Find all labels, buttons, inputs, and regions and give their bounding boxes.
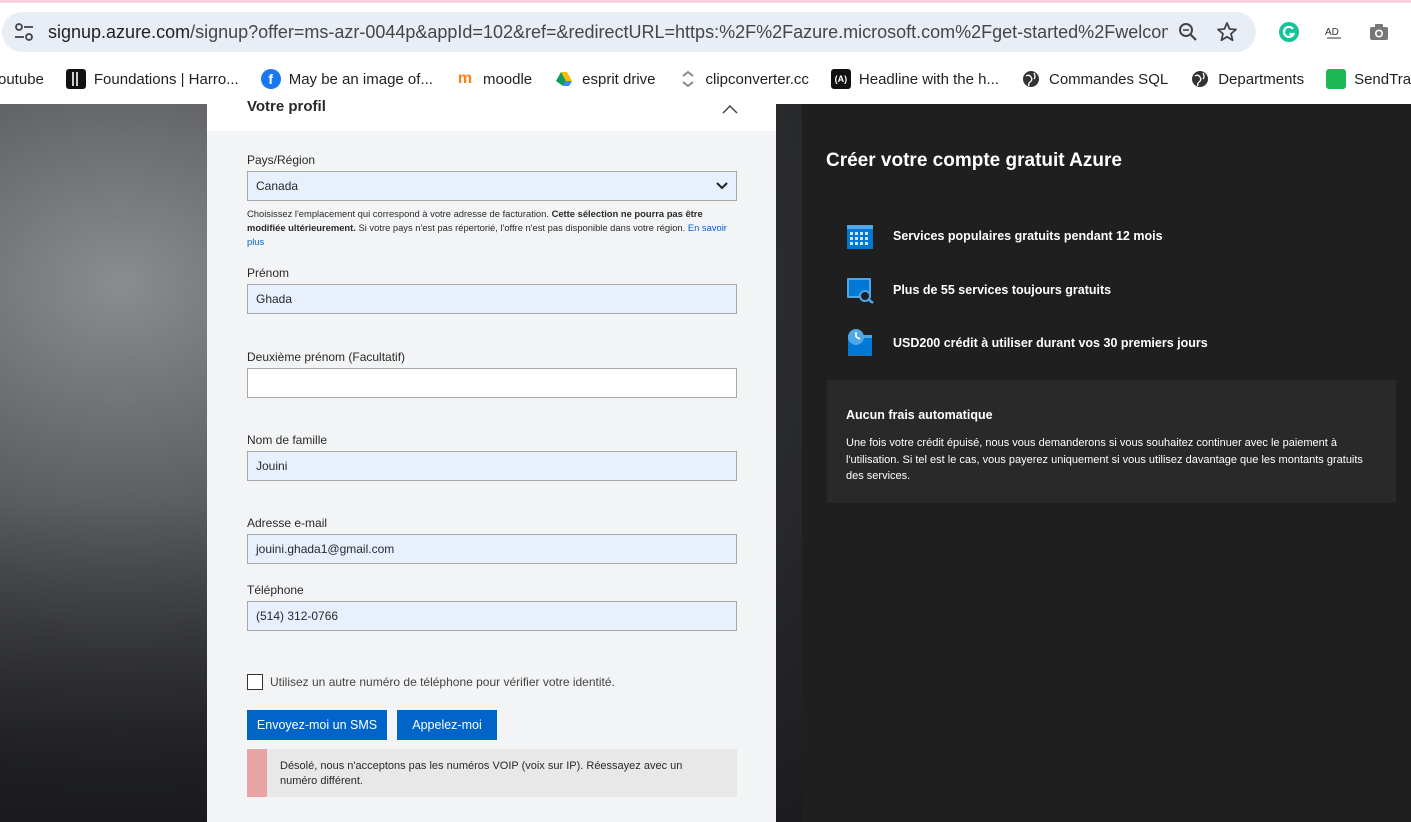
alt-phone-checkbox-label[interactable]: Utilisez un autre numéro de téléphone po… (270, 675, 615, 689)
bookmark-label: clipconverter.cc (705, 70, 809, 88)
bookmark-moodle[interactable]: m moodle (455, 69, 532, 89)
help-text: Choisissez l'emplacement qui correspond … (247, 208, 552, 219)
bookmark-label: Commandes SQL (1048, 70, 1169, 88)
feature-item: Services populaires gratuits pendant 12 … (846, 222, 1163, 250)
error-alert: Désolé, nous n'acceptons pas les numéros… (247, 749, 737, 797)
chevron-up-icon[interactable] (722, 104, 738, 114)
feature-text: USD200 crédit à utiliser durant vos 30 p… (893, 336, 1208, 350)
country-label: Pays/Région (247, 153, 316, 167)
feature-text: Services populaires gratuits pendant 12 … (893, 229, 1163, 243)
bookmark-clipconverter[interactable]: clipconverter.cc (678, 69, 809, 89)
bookmark-foundations[interactable]: Foundations | Harro... (65, 69, 239, 89)
phone-value: (514) 312-0766 (256, 609, 339, 623)
clock-icon (848, 329, 872, 356)
bookmark-label: May be an image of... (288, 70, 433, 88)
moodle-icon: m (457, 70, 473, 87)
country-select[interactable]: Canada (247, 171, 737, 201)
globe-icon (1190, 69, 1210, 89)
email-value: jouini.ghada1@gmail.com (256, 542, 395, 556)
info-box: Aucun frais automatique Une fois votre c… (827, 380, 1396, 503)
bookmark-facebook[interactable]: f May be an image of... (260, 69, 433, 89)
feature-item: USD200 crédit à utiliser durant vos 30 p… (846, 329, 1208, 357)
zoom-icon[interactable] (1177, 21, 1199, 43)
section-title: Votre profil (247, 98, 326, 115)
url-text[interactable]: signup.azure.com/signup?offer=ms-azr-004… (48, 22, 1168, 43)
site-info-icon[interactable] (14, 23, 34, 41)
email-label: Adresse e-mail (247, 516, 328, 530)
first-name-value: Ghada (256, 292, 293, 306)
feature-text: Plus de 55 services toujours gratuits (893, 283, 1112, 297)
bookmark-departments[interactable]: Departments (1190, 69, 1304, 89)
help-text: Si votre pays n'est pas répertorié, l'of… (355, 222, 688, 233)
translate-extension-icon[interactable]: AD (1323, 21, 1345, 43)
bookmark-commandes-sql[interactable]: Commandes SQL (1021, 69, 1168, 89)
sendtransfer-icon (1326, 69, 1347, 89)
last-name-value: Jouini (256, 459, 288, 473)
info-body: Une fois votre crédit épuisé, nous vous … (846, 437, 1363, 482)
background-shade (0, 500, 240, 822)
svg-text:AD: AD (1325, 27, 1339, 38)
error-message: Désolé, nous n'acceptons pas les numéros… (280, 760, 683, 787)
profile-form: Votre profil Pays/Région Canada Choisiss… (207, 98, 776, 822)
drive-icon (554, 69, 574, 89)
bookmark-sendtransfer[interactable]: SendTransfe (1326, 69, 1411, 89)
chevron-down-icon (716, 182, 728, 190)
phone-label: Téléphone (247, 583, 304, 597)
feature-item: Plus de 55 services toujours gratuits (846, 276, 1111, 304)
country-value: Canada (256, 179, 299, 193)
calendar-grid-icon (847, 225, 873, 249)
bookmark-label: SendTransfe (1354, 70, 1411, 88)
grammarly-icon[interactable] (1278, 21, 1300, 43)
browser-chrome: signup.azure.com/signup?offer=ms-azr-004… (0, 0, 1411, 104)
bookmark-label: outube (0, 70, 44, 88)
first-name-field[interactable]: Ghada (247, 284, 737, 314)
bookmark-label: Departments (1218, 70, 1305, 88)
harrow-icon (65, 69, 86, 89)
email-field[interactable]: jouini.ghada1@gmail.com (247, 534, 737, 564)
send-sms-button[interactable]: Envoyez-moi un SMS (247, 710, 387, 740)
globe-icon (1021, 69, 1041, 89)
alt-phone-checkbox[interactable] (247, 674, 263, 690)
headline-icon: (A) (830, 69, 851, 89)
bookmark-label: esprit drive (582, 70, 656, 88)
monitor-search-icon (847, 278, 874, 304)
bookmark-headline[interactable]: (A) Headline with the h... (830, 69, 999, 89)
camera-icon[interactable] (1368, 21, 1390, 43)
bookmark-star-icon[interactable] (1216, 21, 1238, 43)
promo-title: Créer votre compte gratuit Azure (826, 150, 1122, 171)
tab-strip-edge (0, 0, 1411, 3)
bookmark-youtube[interactable]: outube (0, 71, 44, 88)
bookmark-label: Foundations | Harro... (93, 70, 239, 88)
url-path: /signup?offer=ms-azr-0044p&appId=102&ref… (190, 22, 1168, 42)
country-help-text: Choisissez l'emplacement qui correspond … (247, 207, 737, 249)
url-host: signup.azure.com (48, 22, 191, 42)
last-name-field[interactable]: Jouini (247, 451, 737, 481)
info-title: Aucun frais automatique (846, 408, 993, 422)
first-name-label: Prénom (247, 266, 290, 280)
bookmark-esprit-drive[interactable]: esprit drive (554, 69, 656, 89)
bookmarks-bar: outube Foundations | Harro... f May be a… (0, 62, 1411, 96)
bookmark-label: moodle (482, 70, 533, 88)
section-header[interactable]: Votre profil (207, 98, 776, 131)
address-bar[interactable]: signup.azure.com/signup?offer=ms-azr-004… (2, 12, 1256, 52)
facebook-icon: f (260, 69, 281, 89)
middle-name-label: Deuxième prénom (Facultatif) (247, 350, 406, 364)
error-bar (247, 749, 267, 797)
middle-name-field[interactable] (247, 368, 737, 398)
clipconverter-icon (678, 69, 698, 89)
last-name-label: Nom de famille (247, 433, 328, 447)
call-me-button[interactable]: Appelez-moi (397, 710, 497, 740)
phone-field[interactable]: (514) 312-0766 (247, 601, 737, 631)
bookmark-label: Headline with the h... (858, 70, 999, 88)
